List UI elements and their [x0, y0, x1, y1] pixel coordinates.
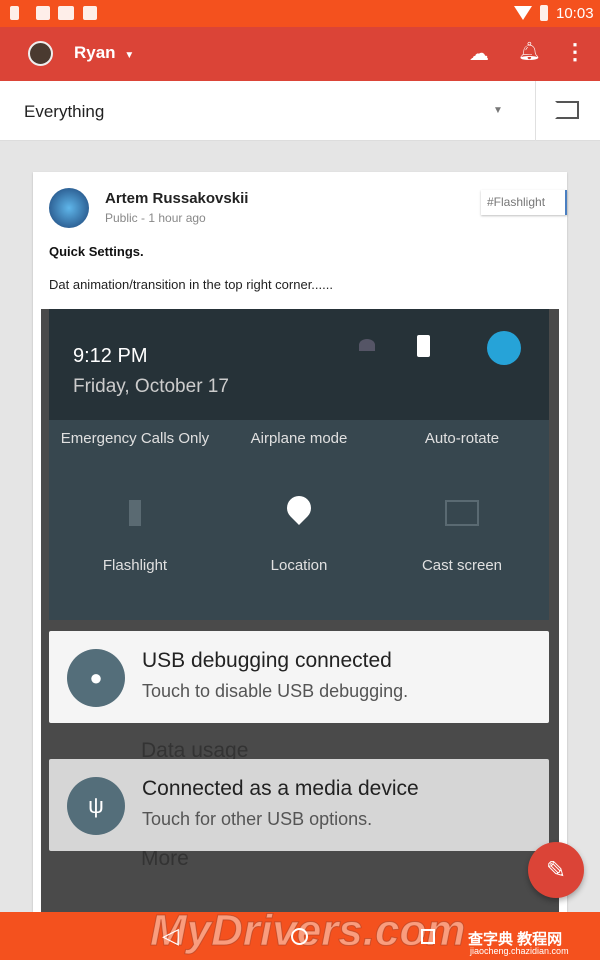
- usb-icon: ψ: [67, 777, 125, 835]
- cast-icon[interactable]: [555, 101, 579, 119]
- user-icon[interactable]: [487, 331, 521, 365]
- post-image[interactable]: 9:12 PM Friday, October 17 Emergency Cal…: [41, 309, 559, 912]
- notification-title: USB debugging connected: [142, 649, 392, 672]
- navigation-bar: MyDrivers.com ◁ 查字典 教程网 jiaocheng.chazid…: [0, 906, 600, 960]
- divider: [535, 81, 536, 141]
- clock: 10:03: [556, 5, 594, 22]
- notification-subtitle: Touch for other USB options.: [142, 809, 373, 829]
- tile-auto-rotate[interactable]: Auto-rotate: [382, 430, 542, 447]
- home-icon[interactable]: [291, 928, 308, 945]
- clipboard-icon: [83, 6, 97, 20]
- gmail-icon: [58, 6, 74, 20]
- battery-charging-icon: [10, 6, 19, 20]
- back-icon[interactable]: ◁: [162, 923, 179, 949]
- qs-tiles: Emergency Calls Only Airplane mode Auto-…: [49, 420, 549, 620]
- account-name: Ryan: [74, 43, 116, 62]
- tile-cast-screen[interactable]: Cast screen: [382, 557, 542, 574]
- avatar[interactable]: [28, 41, 53, 66]
- qs-time: 9:12 PM: [73, 345, 148, 367]
- signal-icon: [359, 339, 375, 351]
- post-body: Dat animation/transition in the top righ…: [49, 277, 333, 292]
- carrier-label: Emergency Calls Only: [60, 430, 210, 447]
- author-avatar[interactable]: [49, 188, 89, 228]
- flashlight-icon: [129, 500, 141, 526]
- android-icon: ●: [67, 649, 125, 707]
- battery-charging-icon: [417, 335, 430, 357]
- notification-subtitle: Touch to disable USB debugging.: [142, 681, 409, 701]
- bell-icon[interactable]: 🔔︎: [518, 41, 541, 62]
- image-icon: [36, 6, 50, 20]
- circles-icon[interactable]: ☁: [469, 41, 489, 66]
- more-vert-icon[interactable]: ⋮: [564, 39, 586, 65]
- hashtag-chip[interactable]: #Flashlight: [481, 190, 567, 215]
- qs-date: Friday, October 17: [73, 376, 229, 397]
- tile-flashlight[interactable]: Flashlight: [55, 557, 215, 574]
- tile-location[interactable]: Location: [219, 557, 379, 574]
- stream-filter-bar: Everything ▼: [0, 81, 600, 141]
- pencil-icon: ✎: [545, 856, 567, 884]
- recents-icon[interactable]: [421, 929, 435, 944]
- chevron-down-icon: ▼: [124, 50, 135, 61]
- chevron-down-icon: ▼: [493, 105, 503, 116]
- post-meta: Public - 1 hour ago: [105, 211, 206, 225]
- account-switcher[interactable]: Ryan ▼: [74, 43, 134, 63]
- notification-usb-debugging[interactable]: ● USB debugging connected Touch to disab…: [49, 631, 549, 723]
- location-icon: [282, 491, 316, 525]
- tile-airplane[interactable]: Airplane mode: [219, 430, 379, 447]
- notification-title: Connected as a media device: [142, 777, 419, 800]
- app-bar: Ryan ▼ ☁ 🔔︎ ⋮: [0, 27, 600, 81]
- watermark-url: jiaocheng.chazidian.com: [470, 946, 569, 956]
- wifi-icon: [514, 6, 532, 20]
- filter-selected: Everything: [24, 102, 105, 121]
- status-bar: 10:03: [0, 0, 600, 27]
- cast-icon: [445, 500, 479, 526]
- author-name[interactable]: Artem Russakovskii: [105, 190, 248, 207]
- notification-media-device[interactable]: ψ Connected as a media device Touch for …: [49, 759, 549, 851]
- watermark: MyDrivers.com: [149, 906, 466, 956]
- stream-filter-dropdown[interactable]: Everything ▼: [0, 81, 535, 141]
- post-title: Quick Settings.: [49, 244, 144, 259]
- qs-header: 9:12 PM Friday, October 17: [49, 309, 549, 420]
- compose-fab[interactable]: ✎: [528, 842, 584, 898]
- battery-icon: [540, 5, 548, 21]
